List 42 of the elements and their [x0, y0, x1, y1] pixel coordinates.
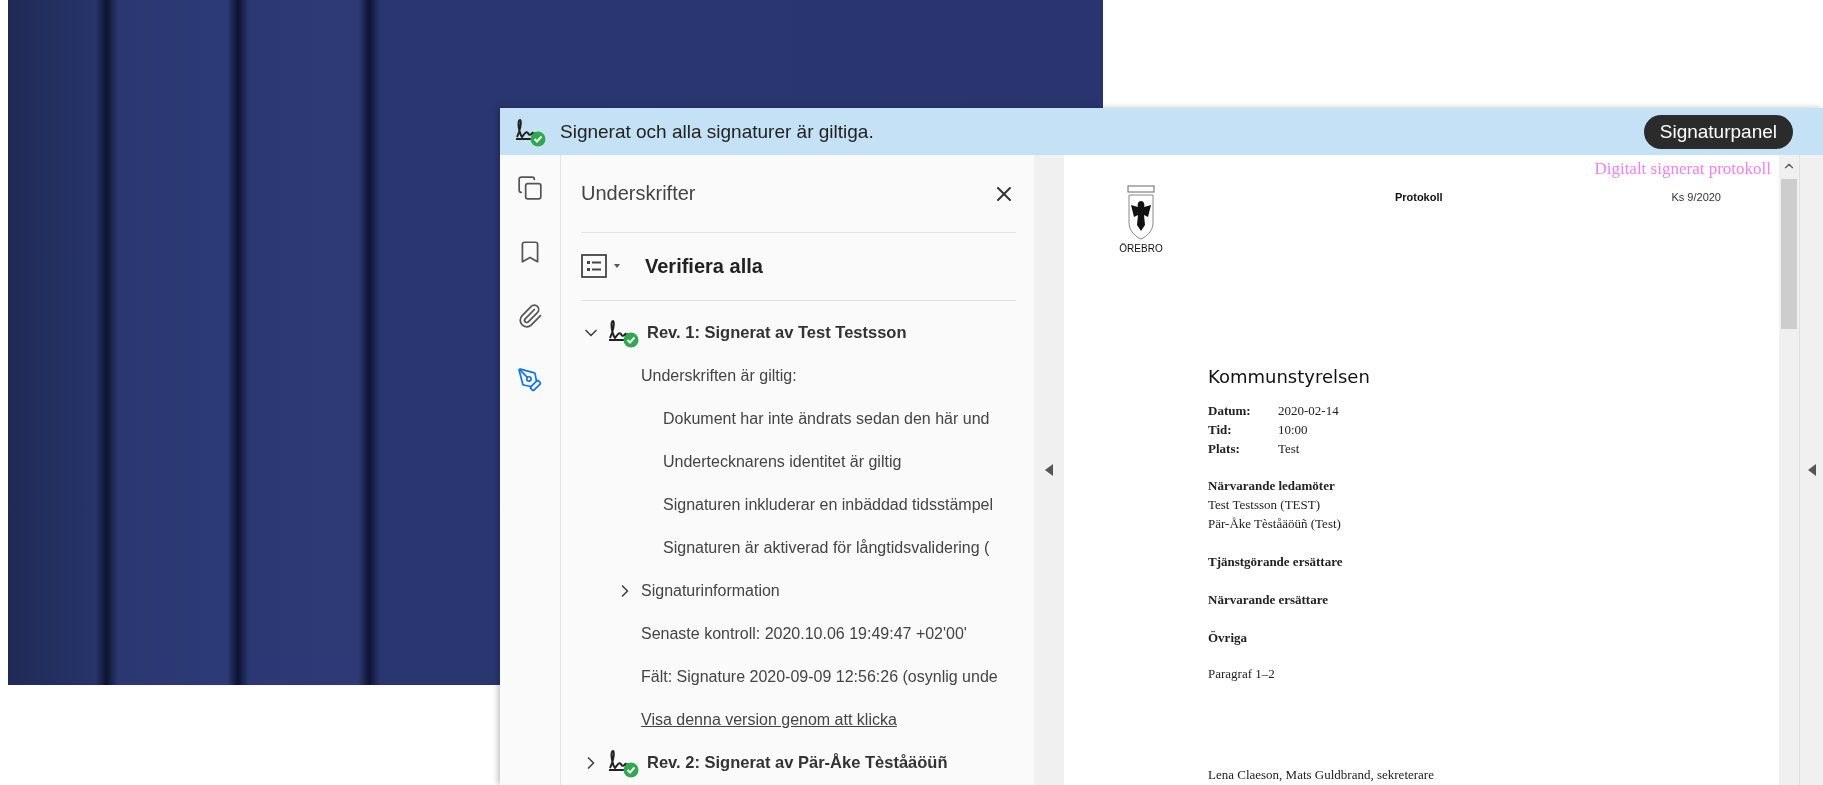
- signature-check-icon: [607, 317, 641, 348]
- section-heading: Tjänstgörande ersättare: [1208, 553, 1344, 571]
- expand-arrow-icon[interactable]: [1807, 464, 1816, 476]
- meta-value: 2020-02-14: [1278, 402, 1340, 420]
- signature-info-label[interactable]: Signaturinformation: [641, 581, 780, 600]
- crest-icon: [1126, 185, 1156, 241]
- section-heading: Närvarande ersättare: [1208, 591, 1329, 609]
- signature-status-text: Digitalt signerat protokoll: [1594, 159, 1771, 179]
- verify-all-button[interactable]: Verifiera alla: [645, 255, 763, 278]
- pages-icon[interactable]: [515, 173, 545, 203]
- validity-detail: Signaturen inkluderar en inbäddad tidsstämpel: [663, 495, 993, 514]
- document-type: Protokoll: [1393, 191, 1444, 203]
- status-message: Signerat och alla signaturer är giltiga.: [560, 120, 875, 143]
- attendee-name: Pär-Åke Tèståäöüñ (Test): [1208, 515, 1342, 533]
- validity-detail: Dokument har inte ändrats sedan den här und: [663, 409, 990, 428]
- document-reference: Ks 9/2020: [1671, 191, 1721, 203]
- validity-status: Underskriften är giltig:: [641, 366, 797, 385]
- signatories-text: Lena Claeson, Mats Guldbrand, sekreterare: [1208, 767, 1435, 783]
- field-text: Fält: Signature 2020-09-09 12:56:26 (osynlig unde: [641, 667, 998, 686]
- validity-detail: Signaturen är aktiverad för långtidsvalidering (: [663, 538, 990, 557]
- revision-title[interactable]: Rev. 1: Signerat av Test Testsson: [647, 323, 907, 342]
- collapse-arrow-icon[interactable]: [1045, 464, 1053, 476]
- validity-detail: Undertecknarens identitet är giltig: [663, 452, 902, 471]
- signature-check-icon: [607, 747, 641, 778]
- meta-label: Datum:: [1208, 402, 1252, 420]
- meta-value: 10:00: [1278, 421, 1309, 439]
- signature-check-icon: [514, 116, 548, 147]
- signature-panel-button[interactable]: Signaturpanel: [1643, 114, 1793, 149]
- panel-title: Underskrifter: [581, 182, 696, 205]
- paragraph-range: Paragraf 1–2: [1208, 666, 1276, 682]
- meta-label: Plats:: [1208, 440, 1241, 458]
- revision-title[interactable]: Rev. 2: Signerat av Pär-Åke Tèståäöüñ: [647, 753, 948, 772]
- meta-label: Tid:: [1208, 421, 1233, 439]
- view-version-link[interactable]: Visa denna version genom att klicka: [641, 710, 897, 729]
- last-check-text: Senaste kontroll: 2020.10.06 19:49:47 +02'00': [641, 624, 967, 643]
- attendee-name: Test Testsson (TEST): [1208, 496, 1322, 514]
- section-heading: Närvarande ledamöter: [1208, 477, 1336, 495]
- document-heading: Kommunstyrelsen: [1208, 366, 1371, 387]
- logo-text: ÖREBRO: [1119, 243, 1163, 254]
- meta-value: Test: [1278, 440, 1301, 458]
- section-heading: Övriga: [1208, 629, 1248, 647]
- scrollbar-thumb[interactable]: [1781, 179, 1797, 329]
